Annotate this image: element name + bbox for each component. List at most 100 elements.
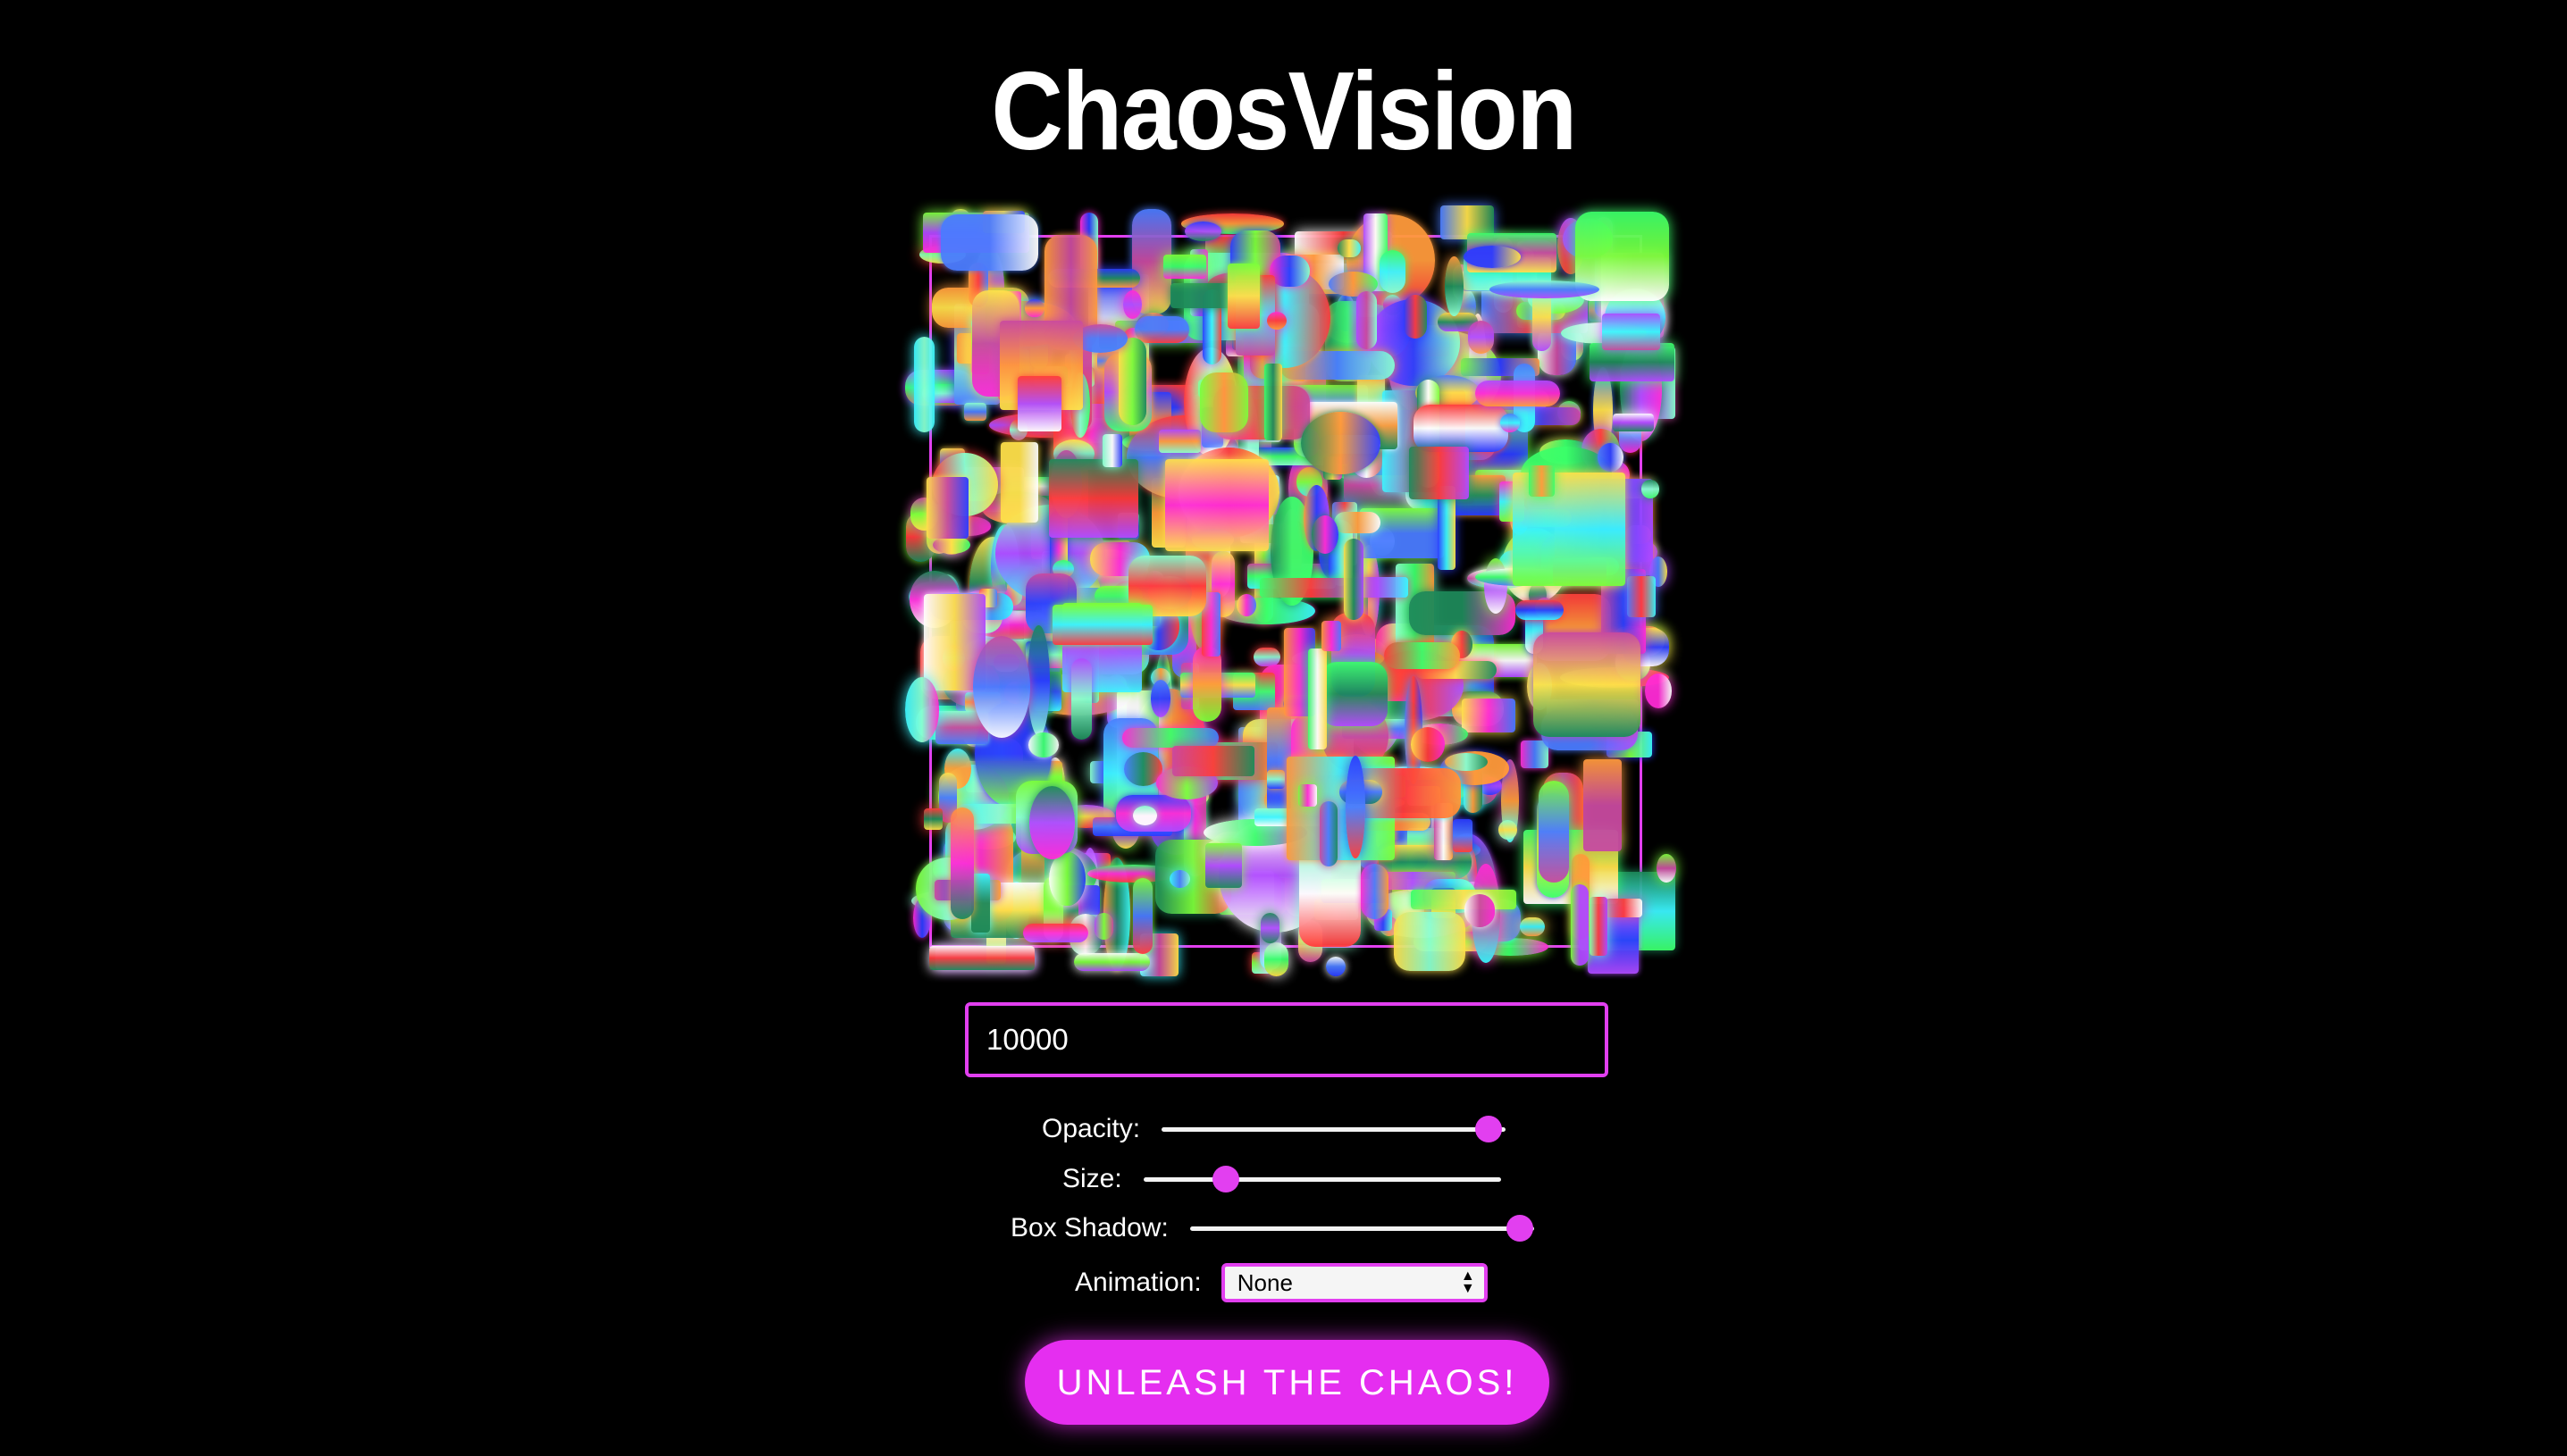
chaos-shape: [1453, 818, 1472, 852]
chaos-shape: [971, 874, 991, 933]
size-slider[interactable]: [1143, 1161, 1501, 1197]
animation-select[interactable]: None ▲ ▼: [1221, 1263, 1488, 1302]
chaos-shape: [1379, 250, 1406, 294]
unleash-chaos-button[interactable]: UNLEASH THE CHAOS!: [1025, 1340, 1549, 1425]
chaos-shape: [1346, 756, 1365, 859]
chaos-shape: [940, 213, 1038, 271]
chaos-shape: [1254, 647, 1281, 666]
box-shadow-slider[interactable]: [1189, 1210, 1534, 1246]
chaos-shape: [1133, 878, 1153, 955]
chaos-shape: [1237, 594, 1256, 617]
chaos-shape: [1444, 752, 1488, 772]
chaos-shape: [1484, 557, 1508, 614]
animation-control: Animation: None ▲ ▼: [1075, 1263, 1488, 1302]
chaos-shape: [1384, 641, 1460, 670]
chaos-shape: [1260, 913, 1280, 943]
shape-count-input[interactable]: [965, 1002, 1608, 1077]
chaos-shape: [1571, 883, 1590, 966]
chaos-shape: [1361, 863, 1389, 919]
size-label: Size:: [1062, 1164, 1122, 1193]
chaos-shape: [923, 808, 943, 830]
opacity-slider[interactable]: [1162, 1111, 1506, 1147]
chaos-shape: [1589, 896, 1607, 956]
app-root: ChaosVision Opacity: Size: Box Shadow: A…: [0, 0, 2567, 1456]
chaos-shape: [1049, 459, 1138, 539]
chaos-shape: [972, 635, 1031, 739]
chaos-canvas[interactable]: [904, 205, 1677, 978]
chaos-shape: [1539, 780, 1569, 883]
animation-selected-value: None: [1237, 1269, 1293, 1296]
chaos-shape: [1468, 321, 1494, 355]
chaos-shape: [1025, 299, 1044, 318]
chaos-shape: [1074, 952, 1150, 971]
chaos-shape: [1489, 280, 1600, 298]
chaos-shape: [1626, 576, 1656, 618]
chaos-shape: [1049, 851, 1086, 907]
chaos-shape: [1122, 290, 1142, 320]
chaos-shape: [1165, 459, 1269, 551]
chaos-shape: [1403, 295, 1428, 339]
chaos-shape: [1394, 912, 1465, 971]
chaos-shape: [1263, 942, 1288, 976]
chaos-shape: [1602, 313, 1661, 350]
chaos-shape: [1095, 913, 1114, 941]
chaos-shape: [1499, 414, 1521, 432]
box-shadow-control: Box Shadow:: [1011, 1210, 1534, 1246]
chaos-shape: [1022, 924, 1088, 943]
chaos-shape: [1263, 364, 1282, 441]
opacity-slider-thumb[interactable]: [1474, 1116, 1502, 1142]
chaos-shape: [1343, 539, 1363, 620]
box-shadow-slider-track: [1189, 1226, 1534, 1231]
size-slider-track: [1143, 1177, 1501, 1182]
chaos-shape: [1321, 621, 1341, 651]
chaos-shape: [1228, 264, 1260, 329]
opacity-slider-track: [1162, 1127, 1506, 1132]
chaos-shape: [1319, 801, 1338, 867]
chaos-shape: [1612, 413, 1655, 431]
chaos-shape: [1464, 894, 1496, 928]
chaos-shape: [1644, 673, 1673, 708]
chaos-shape: [1529, 465, 1556, 498]
chaos-shape: [1498, 819, 1518, 841]
chaos-shape: [1320, 662, 1388, 727]
chaos-shape: [904, 677, 940, 742]
box-shadow-slider-thumb[interactable]: [1506, 1215, 1534, 1242]
app-title: ChaosVision: [991, 50, 1577, 173]
chaos-shape: [1410, 727, 1446, 763]
chaos-shape: [1267, 770, 1286, 789]
chaos-shape: [1163, 255, 1206, 279]
chaos-shape: [1338, 239, 1361, 258]
chaos-shape: [1132, 805, 1158, 825]
chaos-shape: [1052, 604, 1153, 646]
chaos-shape: [1582, 759, 1623, 852]
size-control: Size:: [1062, 1161, 1501, 1197]
chaos-shape: [1027, 624, 1050, 737]
chaos-shape: [928, 946, 1035, 970]
chaos-shape: [1171, 746, 1255, 777]
size-slider-thumb[interactable]: [1212, 1166, 1239, 1192]
chaos-shape: [1028, 732, 1059, 757]
chaos-shape: [1408, 447, 1470, 499]
chaos-shape: [1102, 433, 1123, 467]
chaos-shape: [1134, 316, 1190, 343]
chaos-shape: [1463, 245, 1522, 269]
chaos-shape: [1193, 646, 1221, 723]
select-arrows-icon: ▲ ▼: [1460, 1268, 1475, 1296]
chaos-shape: [1333, 512, 1380, 533]
chaos-shape: [1001, 441, 1038, 523]
chaos-shape: [1475, 380, 1560, 406]
chaos-shape: [1298, 783, 1318, 807]
chaos-shape: [1205, 843, 1242, 889]
chaos-shape: [1444, 256, 1464, 317]
chaos-shape: [1028, 786, 1075, 860]
chaos-shape: [1118, 338, 1146, 425]
chaos-shape: [963, 403, 986, 422]
chaos-shape: [951, 807, 975, 919]
chaos-shape: [1308, 648, 1327, 749]
chaos-shape: [1269, 255, 1311, 287]
chaos-shape: [1200, 372, 1248, 432]
chaos-shape: [1413, 404, 1509, 452]
chaos-shape: [1070, 657, 1093, 740]
chaos-shape: [1515, 600, 1564, 621]
chaos-shape: [1605, 899, 1642, 918]
